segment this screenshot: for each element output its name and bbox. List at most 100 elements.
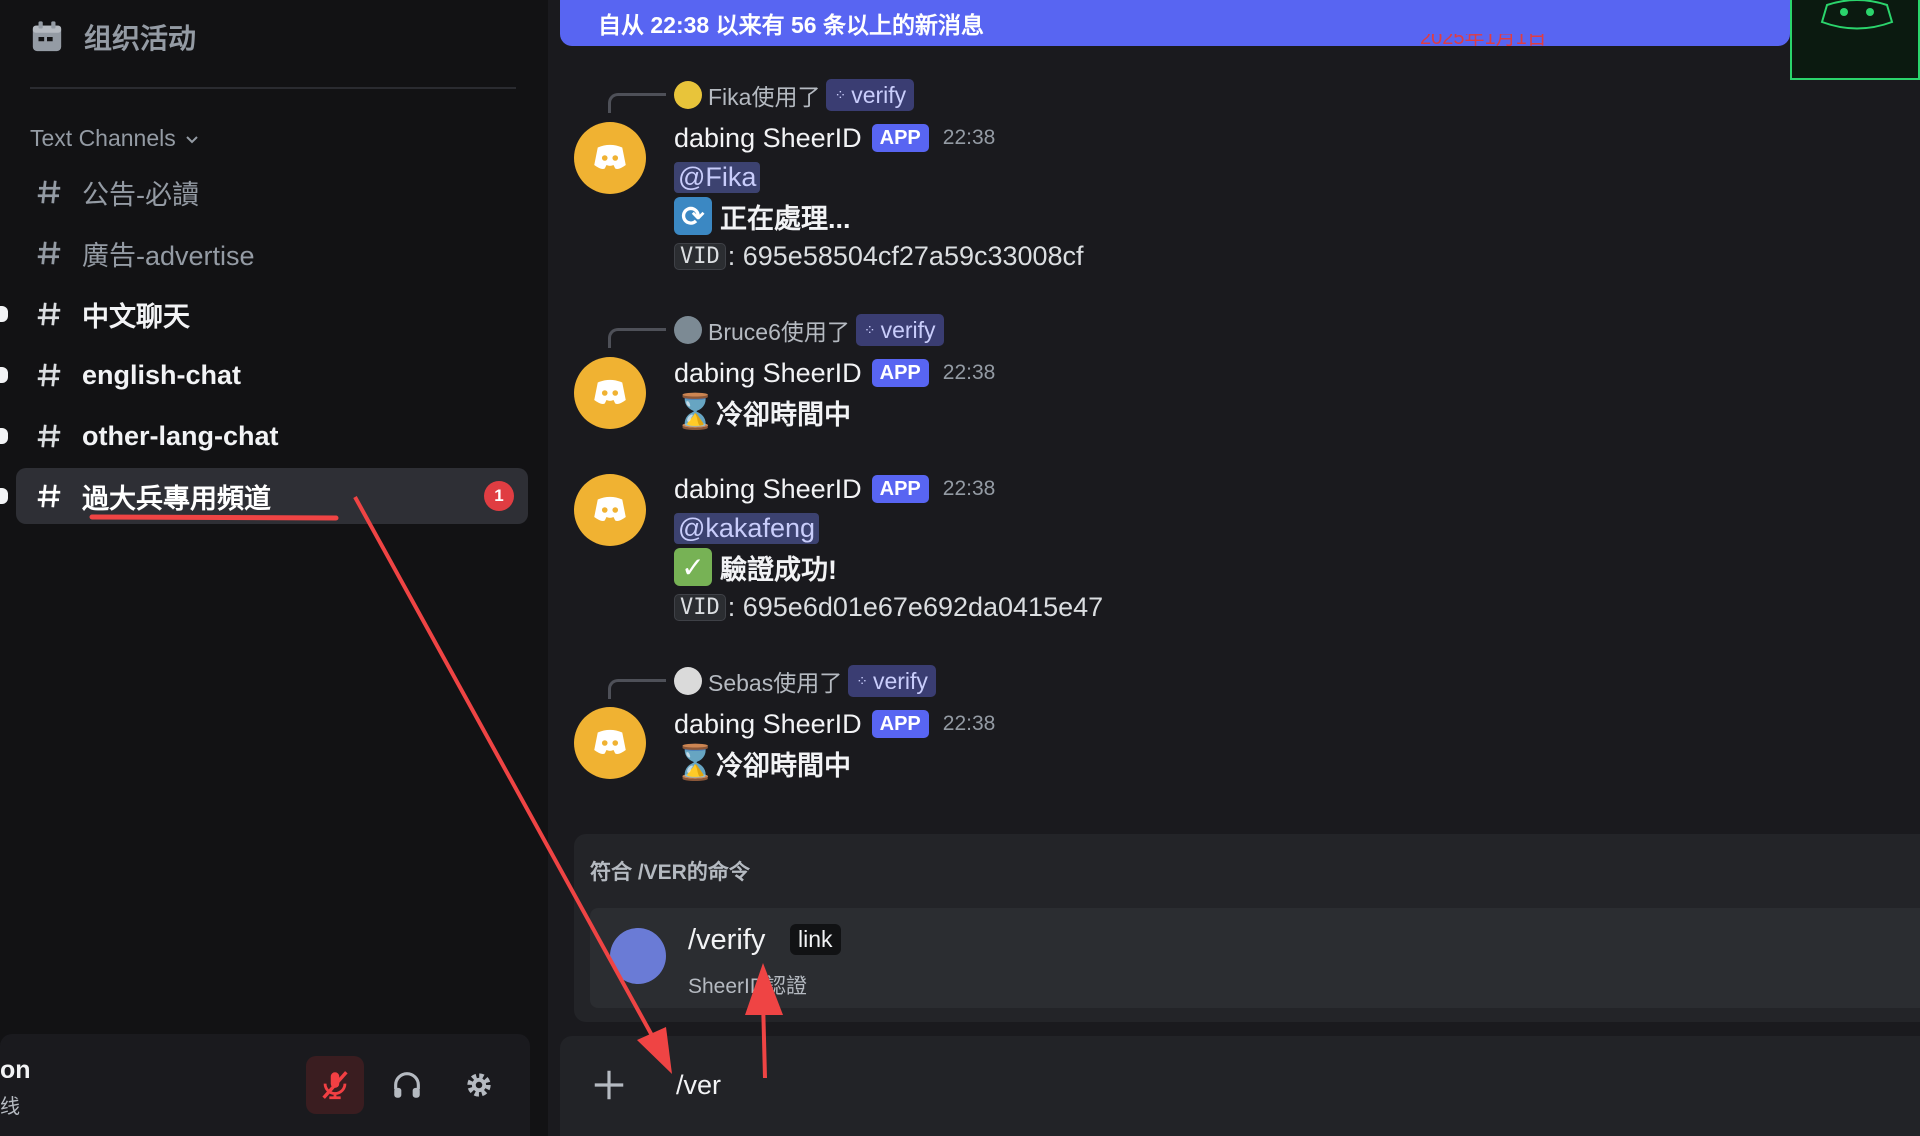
message-line: ⌛ 冷卻時間中: [674, 393, 851, 431]
author-name[interactable]: dabing SheerID: [674, 474, 862, 505]
hash-icon: [37, 363, 61, 387]
command-mention[interactable]: ⁘ verify: [826, 79, 915, 111]
headphones-icon: [394, 1072, 420, 1098]
channel-name: 中文聊天: [82, 301, 190, 332]
reply-reference[interactable]: Sebas使用了 ⁘ verify: [674, 663, 936, 699]
user-mention[interactable]: @kakafeng: [674, 512, 819, 544]
channel-item[interactable]: 廣告-advertise: [16, 225, 528, 281]
category-label: Text Channels: [30, 125, 176, 151]
app-badge: APP: [871, 475, 929, 503]
timestamp: 22:38: [942, 126, 996, 149]
reply-reference[interactable]: Bruce6使用了 ⁘ verify: [674, 312, 944, 348]
command-autocomplete: 符合 /VER的命令 /verify link SheerID認證: [574, 834, 1920, 1022]
avatar[interactable]: [574, 357, 646, 429]
mic-muted-icon: [322, 1071, 348, 1100]
discord-bot-icon: [594, 379, 626, 404]
avatar[interactable]: [574, 474, 646, 546]
reply-connector: [608, 679, 666, 699]
discord-bot-icon: [594, 729, 626, 754]
avatar: [674, 81, 702, 109]
reply-reference[interactable]: Fika使用了 ⁘ verify: [674, 77, 915, 113]
hash-icon: [37, 484, 61, 508]
user-mention[interactable]: @Fika: [674, 161, 761, 193]
user-panel: on 线: [0, 1034, 530, 1136]
reply-connector: [608, 93, 666, 113]
channel-item[interactable]: english-chat: [0, 347, 528, 403]
check-emoji-icon: ✓: [674, 548, 712, 586]
plus-icon[interactable]: [590, 1066, 628, 1104]
message-header: dabing SheerID APP 22:38: [674, 120, 995, 156]
chevron-down-icon: [186, 135, 198, 143]
unread-indicator: [0, 428, 8, 444]
channel-name: 過大兵專用頻道: [82, 483, 271, 514]
deafen-button[interactable]: [378, 1056, 436, 1114]
channel-name: 公告-必讀: [82, 179, 199, 210]
command-name: verify: [851, 81, 907, 108]
app-badge: APP: [871, 124, 929, 152]
avatar: [674, 316, 702, 344]
command-name: verify: [880, 316, 936, 343]
hourglass-icon: ⌛: [674, 393, 717, 431]
channel-sidebar: 组织活动 Text Channels 公告-必讀 廣告-advertise 中文…: [0, 0, 548, 1136]
mute-button[interactable]: [306, 1056, 364, 1114]
avatar[interactable]: [574, 707, 646, 779]
refresh-emoji-icon: ⟳: [674, 197, 712, 235]
message-header: dabing SheerID APP 22:38: [674, 706, 995, 742]
calendar-icon: [32, 21, 62, 52]
settings-button[interactable]: [450, 1056, 508, 1114]
timestamp: 22:38: [942, 712, 996, 735]
avatar[interactable]: [574, 122, 646, 194]
mention-badge: 1: [484, 481, 514, 511]
channel-item[interactable]: 中文聊天: [0, 286, 528, 342]
author-name[interactable]: dabing SheerID: [674, 358, 862, 389]
message-line: VID : 695e6d01e67e692da0415e47: [674, 588, 1103, 626]
autocomplete-title: 符合 /VER的命令: [590, 861, 750, 884]
app-badge: APP: [871, 359, 929, 387]
discord-bot-icon: [594, 496, 626, 521]
hash-icon: [37, 241, 61, 265]
gear-icon: [467, 1073, 491, 1097]
command-icon: ⁘: [856, 672, 868, 689]
inline-code: VID: [674, 242, 726, 270]
channel-item[interactable]: 公告-必讀: [16, 164, 528, 220]
unread-indicator: [0, 306, 8, 322]
command-mention[interactable]: ⁘ verify: [848, 665, 936, 697]
message-input[interactable]: /ver: [676, 1070, 721, 1101]
channel-item[interactable]: other-lang-chat: [0, 408, 528, 464]
reply-username: Fika使用了: [708, 84, 821, 110]
message-header: dabing SheerID APP 22:38: [674, 471, 995, 507]
channel-name: english-chat: [82, 359, 242, 390]
vid-value: : 695e58504cf27a59c33008cf: [727, 240, 1084, 271]
message-line: @kakafeng: [674, 509, 819, 547]
hourglass-icon: ⌛: [674, 744, 717, 782]
message-line: ⟳ 正在處理...: [674, 197, 851, 235]
channel-item-active[interactable]: 過大兵專用頻道 1: [0, 468, 528, 524]
message-composer[interactable]: /ver: [560, 1036, 1920, 1136]
command-mention[interactable]: ⁘ verify: [855, 314, 944, 346]
unread-indicator: [0, 488, 8, 504]
message-line: ⌛ 冷卻時間中: [674, 744, 851, 782]
discord-bot-icon: [594, 144, 626, 169]
new-messages-bar[interactable]: 自从 22:38 以来有 56 条以上的新消息: [560, 0, 1790, 46]
command-option[interactable]: /verify link SheerID認證: [590, 908, 1920, 1008]
video-thumbnail: [1790, 0, 1920, 80]
timestamp: 22:38: [942, 361, 996, 384]
events-item[interactable]: 组织活动: [30, 14, 196, 60]
category-text-channels[interactable]: Text Channels: [30, 125, 200, 152]
user-status: 线: [0, 1096, 20, 1118]
command-name: /verify: [688, 924, 766, 956]
timestamp: 22:38: [942, 477, 996, 500]
status-text: 驗證成功!: [720, 554, 837, 585]
reply-username: Sebas使用了: [708, 670, 843, 696]
command-param: link: [790, 924, 841, 955]
hash-icon: [37, 302, 61, 326]
sidebar-divider: [30, 87, 516, 89]
author-name[interactable]: dabing SheerID: [674, 709, 862, 740]
channel-name: 廣告-advertise: [82, 240, 255, 271]
message-line: VID : 695e58504cf27a59c33008cf: [674, 237, 1084, 275]
reply-connector: [608, 328, 666, 348]
avatar: [674, 667, 702, 695]
user-name[interactable]: on: [0, 1056, 31, 1085]
author-name[interactable]: dabing SheerID: [674, 123, 862, 154]
message-header: dabing SheerID APP 22:38: [674, 355, 995, 391]
